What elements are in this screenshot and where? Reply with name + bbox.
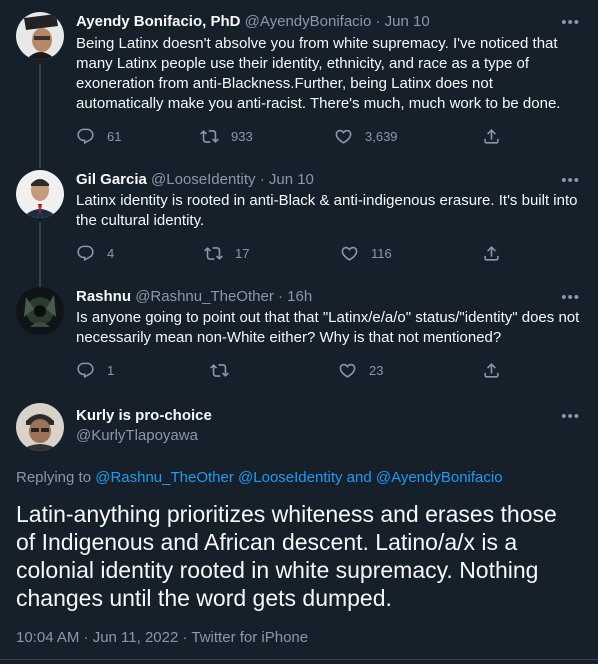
- display-name[interactable]: Ayendy Bonifacio, PhD: [76, 13, 240, 30]
- mention-link[interactable]: @AyendyBonifacio: [376, 469, 503, 486]
- avatar[interactable]: [16, 287, 64, 335]
- mention-link[interactable]: @LooseIdentity: [238, 469, 342, 486]
- timestamp[interactable]: 10:04 AM · Jun 11, 2022 · Twitter for iP…: [16, 628, 308, 648]
- retweet-button[interactable]: [210, 361, 241, 380]
- date[interactable]: · 16h: [278, 288, 312, 305]
- handle[interactable]: @AyendyBonifacio: [245, 13, 372, 30]
- more-icon[interactable]: •••: [561, 173, 580, 188]
- retweet-count: 933: [231, 129, 253, 144]
- like-icon: [340, 244, 359, 263]
- handle[interactable]: @KurlyTlapoyawa: [76, 427, 198, 444]
- reply-icon: [76, 244, 95, 263]
- more-icon[interactable]: •••: [561, 409, 580, 424]
- tweet-text: Is anyone going to point out that that "…: [76, 309, 580, 346]
- focus-display-name-row: Kurly is pro-choice: [76, 406, 212, 426]
- handle[interactable]: @Rashnu_TheOther: [135, 288, 274, 305]
- avatar[interactable]: [16, 403, 64, 451]
- tweet-text: Latinx identity is rooted in anti-Black …: [76, 192, 578, 229]
- divider: [0, 659, 598, 660]
- retweet-icon: [210, 361, 229, 380]
- retweet-button[interactable]: 17: [204, 244, 249, 263]
- like-button[interactable]: 23: [338, 361, 383, 380]
- like-button[interactable]: 116: [340, 244, 392, 263]
- like-button[interactable]: 3,639: [334, 127, 398, 146]
- more-icon[interactable]: •••: [561, 15, 580, 30]
- avatar[interactable]: [16, 170, 64, 218]
- like-icon: [338, 361, 357, 380]
- tweet-header: Ayendy Bonifacio, PhD @AyendyBonifacio ·…: [76, 12, 430, 32]
- tweet-actions: 1 23: [76, 361, 506, 381]
- retweet-icon: [200, 127, 219, 146]
- like-count: 3,639: [365, 129, 398, 144]
- retweet-count: 17: [235, 246, 250, 261]
- tweet-1[interactable]: Ayendy Bonifacio, PhD @AyendyBonifacio ·…: [0, 0, 598, 168]
- more-icon[interactable]: •••: [561, 290, 580, 305]
- tweet-header: Rashnu @Rashnu_TheOther · 16h: [76, 287, 312, 307]
- like-count: 23: [369, 363, 384, 378]
- display-name[interactable]: Gil Garcia: [76, 171, 147, 188]
- date[interactable]: · Jun 10: [260, 171, 314, 188]
- reply-button[interactable]: 4: [76, 244, 114, 263]
- retweet-icon: [204, 244, 223, 263]
- reply-icon: [76, 127, 95, 146]
- mention-link[interactable]: @Rashnu_TheOther: [95, 469, 234, 486]
- replying-and: and: [346, 469, 372, 486]
- thread-line: [39, 64, 41, 168]
- avatar[interactable]: [16, 12, 64, 60]
- reply-button[interactable]: 1: [76, 361, 114, 380]
- like-count: 116: [371, 246, 392, 261]
- tweet-actions: 61 933 3,639: [76, 127, 506, 147]
- like-icon: [334, 127, 353, 146]
- tweet-2[interactable]: Gil Garcia @LooseIdentity · Jun 10 ••• L…: [0, 160, 598, 293]
- reply-button[interactable]: 61: [76, 127, 121, 146]
- handle[interactable]: @LooseIdentity: [151, 171, 255, 188]
- replying-to: Replying to @Rashnu_TheOther @LooseIdent…: [16, 468, 503, 488]
- share-button[interactable]: [482, 127, 501, 146]
- tweet-header: Gil Garcia @LooseIdentity · Jun 10: [76, 170, 314, 190]
- replying-prefix: Replying to: [16, 469, 92, 486]
- share-button[interactable]: [482, 244, 501, 263]
- reply-icon: [76, 361, 95, 380]
- display-name[interactable]: Rashnu: [76, 288, 131, 305]
- retweet-button[interactable]: 933: [200, 127, 253, 146]
- focus-tweet-text: Latin-anything prioritizes whiteness and…: [16, 501, 557, 611]
- tweet-text: Being Latinx doesn't absolve you from wh…: [76, 35, 561, 112]
- display-name[interactable]: Kurly is pro-choice: [76, 407, 212, 424]
- share-button[interactable]: [482, 361, 501, 380]
- share-icon: [482, 361, 501, 380]
- share-icon: [482, 244, 501, 263]
- reply-count: 1: [107, 363, 115, 378]
- tweet-3[interactable]: Rashnu @Rashnu_TheOther · 16h ••• Is any…: [0, 277, 598, 395]
- reply-count: 61: [107, 129, 122, 144]
- reply-count: 4: [107, 246, 115, 261]
- date[interactable]: · Jun 10: [376, 13, 430, 30]
- tweet-actions: 4 17 116: [76, 244, 506, 264]
- share-icon: [482, 127, 501, 146]
- focus-handle-row: @KurlyTlapoyawa: [76, 426, 198, 446]
